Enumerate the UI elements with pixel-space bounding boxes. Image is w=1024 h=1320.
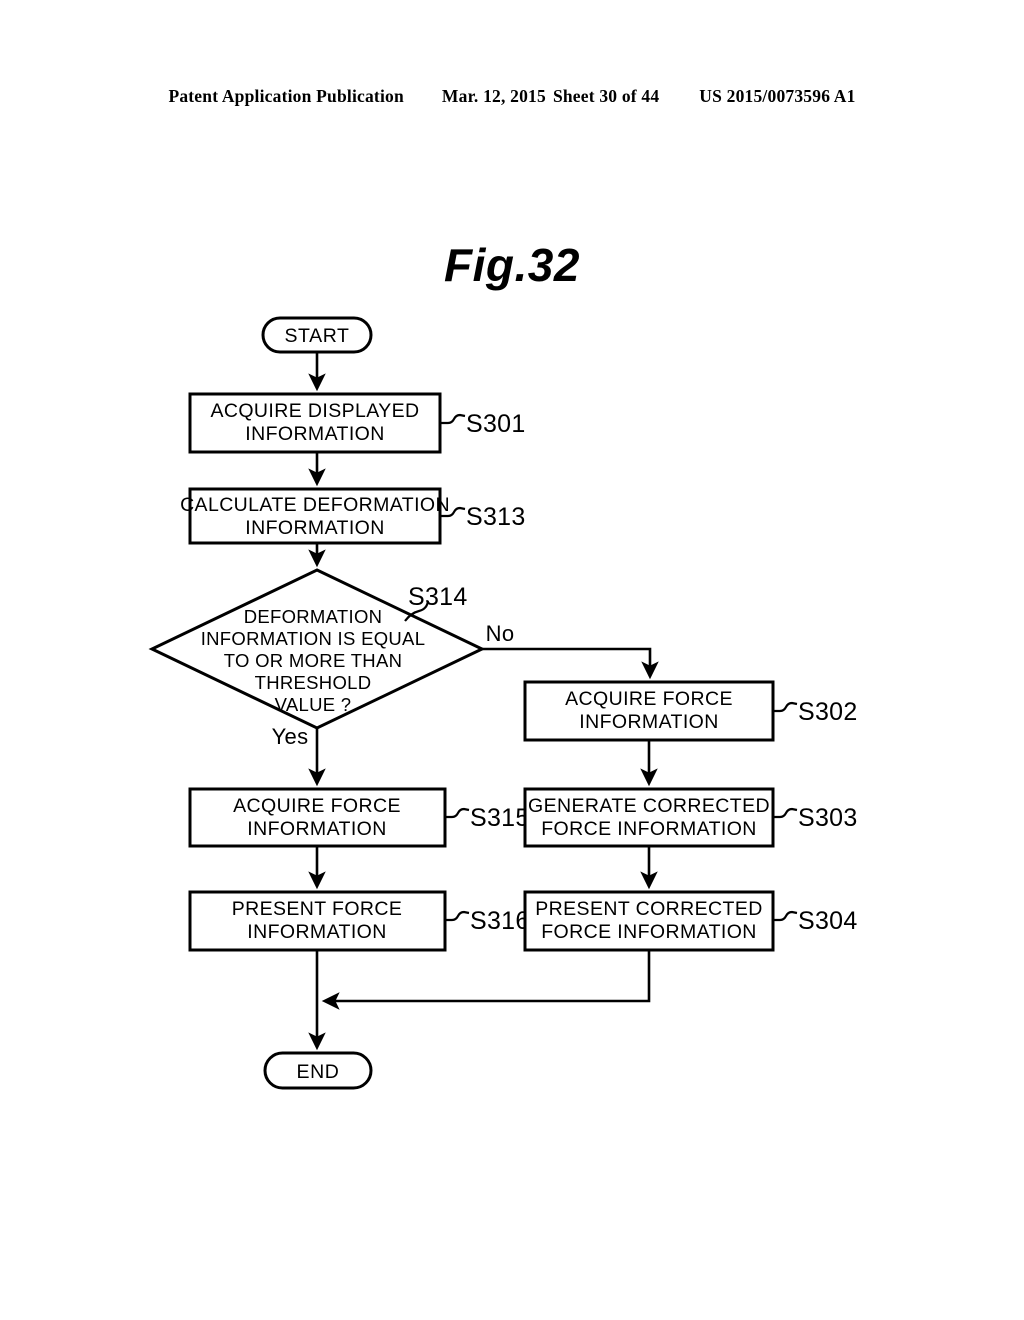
- node-s304: PRESENT CORRECTED FORCE INFORMATION S304: [523, 890, 858, 952]
- node-s315: ACQUIRE FORCE INFORMATION S315: [188, 787, 530, 848]
- patent-page: Patent Application Publication Mar. 12, …: [0, 0, 1024, 1320]
- node-s301-line2: INFORMATION: [245, 423, 384, 445]
- node-s302-line1: ACQUIRE FORCE: [565, 688, 733, 710]
- node-s316-line1: PRESENT FORCE: [232, 898, 403, 920]
- flowchart-diagram: START ACQUIRE DISPLAYED INFORMATION S301…: [148, 316, 858, 1090]
- step-label-s301: S301: [466, 410, 526, 438]
- node-s302-line2: INFORMATION: [579, 711, 718, 733]
- step-label-s303: S303: [798, 804, 858, 832]
- node-s315-line1: ACQUIRE FORCE: [233, 795, 401, 817]
- node-end: END: [263, 1051, 373, 1090]
- node-s316: PRESENT FORCE INFORMATION S316: [188, 890, 530, 952]
- node-s302: ACQUIRE FORCE INFORMATION S302: [523, 680, 858, 742]
- node-s314-line1: DEFORMATION: [244, 606, 383, 627]
- node-s313-line2: INFORMATION: [245, 517, 384, 539]
- branch-label-no: No: [486, 621, 515, 646]
- node-start-label: START: [284, 325, 349, 347]
- node-s301: ACQUIRE DISPLAYED INFORMATION S301: [188, 392, 526, 454]
- node-s314-line5: VALUE ?: [275, 694, 352, 715]
- node-s303-line2: FORCE INFORMATION: [541, 818, 757, 840]
- node-s314-line3: TO OR MORE THAN: [224, 650, 403, 671]
- edge-s314-no-to-s302: [482, 647, 659, 680]
- step-label-s315: S315: [470, 804, 530, 832]
- node-s301-line1: ACQUIRE DISPLAYED: [210, 400, 419, 422]
- step-label-s316: S316: [470, 907, 530, 935]
- edge-s304-merge: [321, 950, 651, 1010]
- step-label-s304: S304: [798, 907, 858, 935]
- node-s315-line2: INFORMATION: [247, 818, 386, 840]
- node-s316-line2: INFORMATION: [247, 921, 386, 943]
- node-s304-line2: FORCE INFORMATION: [541, 921, 757, 943]
- node-end-label: END: [297, 1061, 340, 1083]
- branch-label-yes: Yes: [272, 724, 309, 749]
- node-s303-line1: GENERATE CORRECTED: [528, 795, 770, 817]
- step-label-s314: S314: [408, 583, 468, 611]
- node-s313: CALCULATE DEFORMATION INFORMATION S313: [180, 487, 526, 545]
- node-s314-line2: INFORMATION IS EQUAL: [201, 628, 426, 649]
- step-label-s313: S313: [466, 503, 526, 531]
- node-s314-line4: THRESHOLD: [255, 672, 372, 693]
- node-s314: DEFORMATION INFORMATION IS EQUAL TO OR M…: [148, 568, 486, 730]
- step-label-s302: S302: [798, 698, 858, 726]
- node-s303: GENERATE CORRECTED FORCE INFORMATION S30…: [523, 787, 858, 848]
- node-s304-line1: PRESENT CORRECTED: [535, 898, 762, 920]
- node-s313-line1: CALCULATE DEFORMATION: [180, 494, 450, 516]
- node-start: START: [261, 316, 373, 354]
